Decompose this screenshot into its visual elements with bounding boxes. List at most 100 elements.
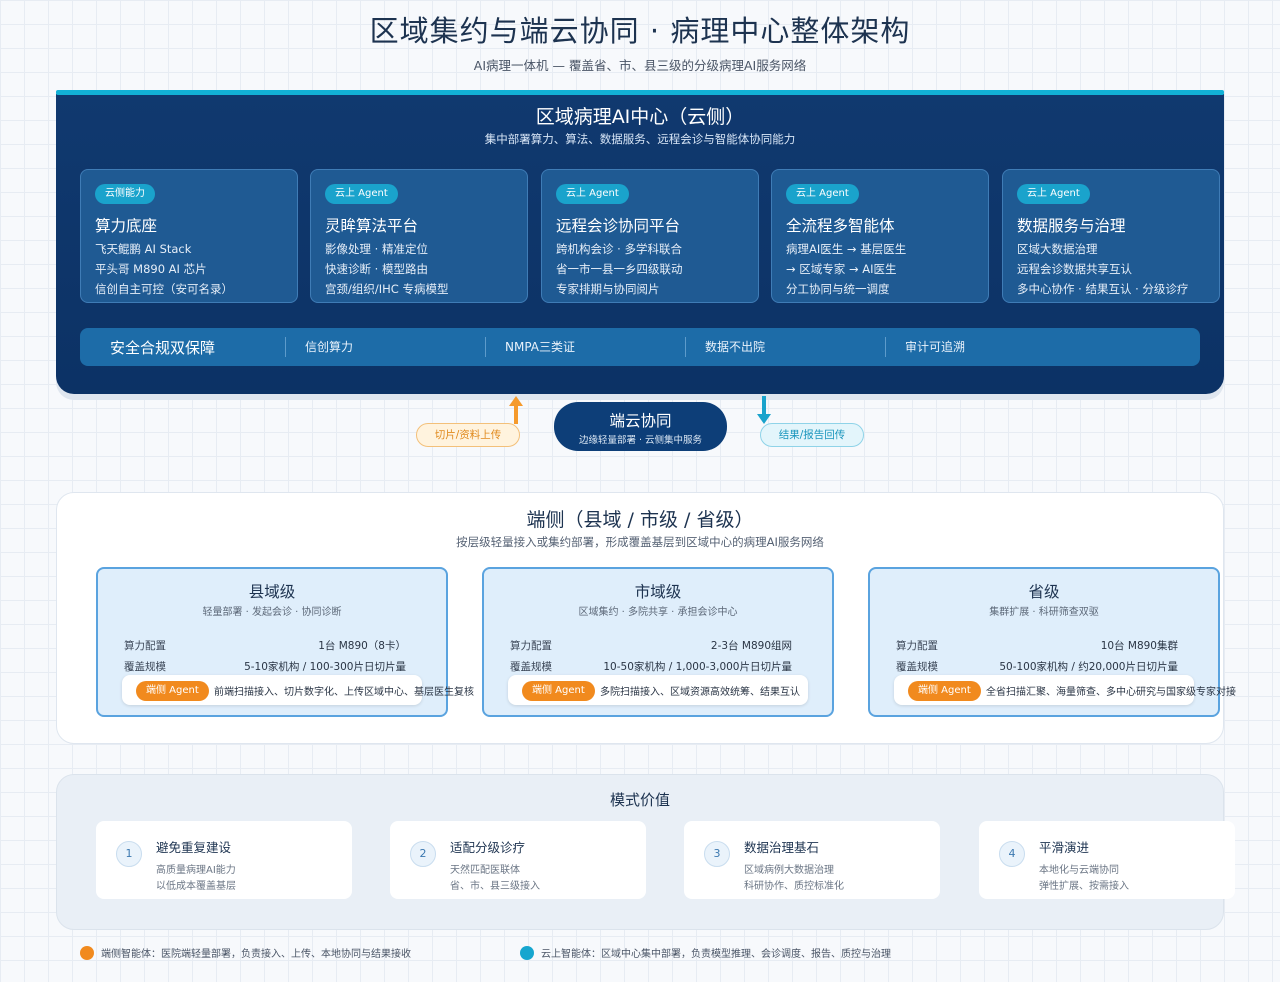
value-card-title: 适配分级诊疗 [450,840,526,855]
cloud-legend-text: 云上智能体：区域中心集中部署，负责模型推理、会诊调度、报告、质控与治理 [541,949,891,960]
cloud-card-line: 快速诊断 · 模型路由 [325,262,428,276]
cloud-card-data-service: 云上 Agent 数据服务与治理 区域大数据治理 远程会诊数据共享互认 多中心协… [1002,169,1220,303]
value-card: 3 数据治理基石 区域病例大数据治理 科研协作、质控标准化 [684,821,940,899]
edge-legend-text: 端侧智能体：医院端轻量部署，负责接入、上传、本地协同与结果接收 [101,949,411,960]
cloud-subtitle: 集中部署算力、算法、数据服务、远程会诊与智能体协同能力 [484,132,796,146]
edge-card-county: 县域级 轻量部署 · 发起会诊 · 协同诊断 算力配置 1台 M890（8卡） … [96,567,474,717]
value-card-title: 避免重复建设 [156,840,232,855]
cloud-card-algorithm: 云上 Agent 灵眸算法平台 影像处理 · 精准定位 快速诊断 · 模型路由 … [310,169,528,303]
arrow-down-icon [757,396,771,424]
security-divider [685,337,686,357]
cloud-card-line: 多中心协作 · 结果互认 · 分级诊疗 [1017,282,1189,296]
security-title: 安全合规双保障 [110,339,216,357]
cloud-card-title: 全流程多智能体 [786,217,895,235]
security-bar [80,328,1200,366]
cloud-card-line: 区域大数据治理 [1017,242,1098,256]
edge-agent-tag: 端侧 Agent [136,681,209,701]
cloud-card-title: 算力底座 [95,217,158,235]
coverage-value: 50-100家机构 / 约20,000片日切片量 [999,661,1178,673]
cloud-card-multi-agent: 云上 Agent 全流程多智能体 病理AI医生 → 基层医生 → 区域专家 → … [771,169,989,303]
coverage-value: 5-10家机构 / 100-300片日切片量 [244,661,406,673]
edge-agent-description: 前端扫描接入、切片数字化、上传区域中心、基层医生复核 [214,687,474,698]
value-number-badge: 1 [116,841,142,867]
cloud-card-line: 飞天鲲鹏 AI Stack [95,242,192,256]
result-label: 结果/报告回传 [760,423,864,447]
value-card-title: 数据治理基石 [744,840,820,855]
cloud-card-tag: 云上 Agent [556,184,629,204]
arrow-up-icon [509,396,523,424]
value-number-badge: 4 [999,841,1025,867]
edge-title: 端侧（县域 / 市级 / 省级） [526,509,754,531]
value-card: 4 平滑演进 本地化与云端协同 弹性扩展、按需接入 [979,821,1235,899]
cloud-card-line: 病理AI医生 → 基层医生 [786,242,907,256]
edge-card-subtitle: 集群扩展 · 科研筛查双驱 [989,607,1099,618]
page-subtitle: AI病理一体机 — 覆盖省、市、县三级的分级病理AI服务网络 [473,58,807,73]
security-item: NMPA三类证 [505,340,576,354]
cloud-card-tag: 云上 Agent [1017,184,1090,204]
value-card-line: 科研协作、质控标准化 [744,881,844,892]
value-card-line: 高质量病理AI能力 [156,865,236,876]
value-card-line: 本地化与云端协同 [1039,865,1119,876]
edge-agent-description: 全省扫描汇聚、海量筛查、多中心研究与国家级专家对接 [986,687,1236,698]
value-card: 1 避免重复建设 高质量病理AI能力 以低成本覆盖基层 [96,821,352,899]
cloud-card-line: 专家排期与协同阅片 [556,282,660,296]
value-card: 2 适配分级诊疗 天然匹配医联体 省、市、县三级接入 [390,821,646,899]
edge-cloud-bridge: 端云协同 边缘轻量部署 · 云侧集中服务 [554,402,727,451]
security-divider [885,337,886,357]
cloud-card-line: 平头哥 M890 AI 芯片 [95,262,207,276]
security-item: 数据不出院 [705,340,766,354]
cloud-panel-accent-line [56,90,1224,95]
bridge-subtitle: 边缘轻量部署 · 云侧集中服务 [578,435,703,446]
edge-card-city: 市域级 区域集约 · 多院共享 · 承担会诊中心 算力配置 2-3台 M890组… [482,567,834,717]
cloud-card-line: 影像处理 · 精准定位 [325,242,428,256]
value-card-line: 省、市、县三级接入 [450,881,540,892]
compute-label: 算力配置 [510,640,552,652]
compute-value: 10台 M890集群 [1100,640,1178,652]
cloud-card-line: 信创自主可控（安可名录） [95,282,233,296]
value-card-line: 以低成本覆盖基层 [156,881,236,892]
value-card-title: 平滑演进 [1039,840,1090,855]
edge-card-title: 省级 [1028,583,1060,601]
value-card-line: 区域病例大数据治理 [744,865,834,876]
cloud-card-tag: 云上 Agent [325,184,398,204]
cloud-card-title: 数据服务与治理 [1017,217,1126,235]
security-item: 审计可追溯 [905,340,966,354]
compute-value: 2-3台 M890组网 [710,640,792,652]
value-card-line: 弹性扩展、按需接入 [1039,881,1129,892]
page-title: 区域集约与端云协同 · 病理中心整体架构 [369,14,911,48]
coverage-label: 覆盖规模 [896,661,938,673]
edge-agent-description: 多院扫描接入、区域资源高效统筹、结果互认 [600,687,800,698]
cloud-card-line: 省一市一县一乡四级联动 [556,262,683,276]
coverage-label: 覆盖规模 [124,661,166,673]
security-divider [485,337,486,357]
compute-label: 算力配置 [896,640,938,652]
security-item: 信创算力 [305,340,354,354]
cloud-card-compute: 云侧能力 算力底座 飞天鲲鹏 AI Stack 平头哥 M890 AI 芯片 信… [80,169,298,303]
edge-card-subtitle: 轻量部署 · 发起会诊 · 协同诊断 [202,607,342,618]
compute-value: 1台 M890（8卡） [318,640,406,652]
value-number-badge: 3 [704,841,730,867]
upload-label: 切片/资料上传 [416,423,520,447]
edge-agent-tag: 端侧 Agent [522,681,595,701]
edge-subtitle: 按层级轻量接入或集约部署，形成覆盖基层到区域中心的病理AI服务网络 [456,535,824,549]
cloud-card-line: 跨机构会诊 · 多学科联合 [556,242,682,256]
edge-legend-dot [80,946,94,960]
compute-label: 算力配置 [124,640,166,652]
cloud-card-tag: 云侧能力 [95,184,155,204]
cloud-card-title: 远程会诊协同平台 [556,217,681,235]
cloud-card-line: → 区域专家 → AI医生 [786,262,897,276]
edge-card-subtitle: 区域集约 · 多院共享 · 承担会诊中心 [578,607,738,618]
edge-card-title: 县域级 [248,583,296,601]
value-card-line: 天然匹配医联体 [450,865,520,876]
coverage-label: 覆盖规模 [510,661,552,673]
value-number-badge: 2 [410,841,436,867]
cloud-card-line: 远程会诊数据共享互认 [1017,262,1132,276]
security-divider [285,337,286,357]
cloud-legend-dot [520,946,534,960]
edge-card-title: 市域级 [634,583,682,601]
cloud-title: 区域病理AI中心（云侧） [535,106,745,128]
cloud-card-consultation: 云上 Agent 远程会诊协同平台 跨机构会诊 · 多学科联合 省一市一县一乡四… [541,169,759,303]
value-title: 模式价值 [609,791,670,809]
cloud-card-line: 分工协同与统一调度 [786,282,890,296]
cloud-card-title: 灵眸算法平台 [325,217,419,235]
